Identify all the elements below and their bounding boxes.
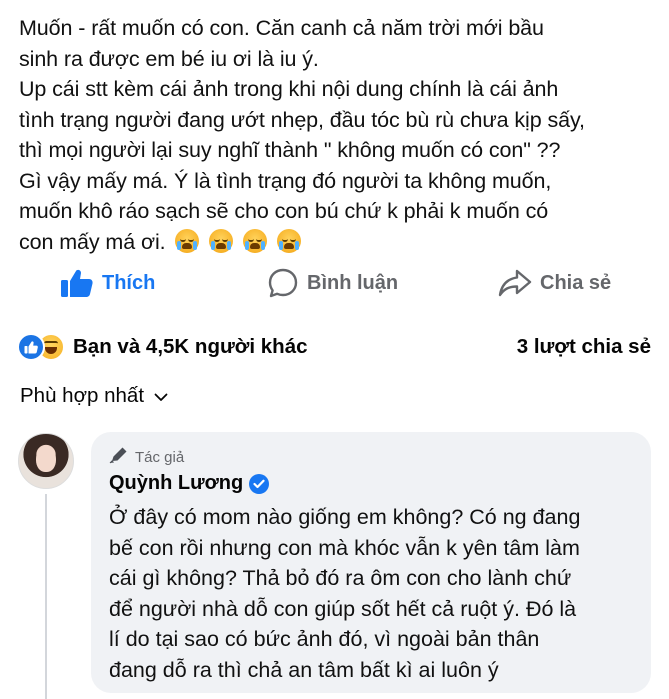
comment-line: cái gì không? Thả bỏ đó ra ôm con cho là… (109, 566, 572, 590)
sort-label: Phù hợp nhất (20, 384, 145, 407)
post-body: Muốn - rất muốn có con. Căn canh cả năm … (19, 13, 659, 257)
post-actions-bar: Thích Bình luận Chia sẻ (0, 262, 669, 304)
comment-bubble: Tác giả Quỳnh Lương Ở đây có mom nào giố… (91, 432, 651, 693)
like-button[interactable]: Thích (60, 262, 155, 304)
share-count[interactable]: 3 lượt chia sẻ (517, 335, 651, 359)
share-label: Chia sẻ (540, 271, 612, 294)
comment-line: bế con rồi nhưng con mà khóc vẫn k yên t… (109, 535, 580, 560)
reaction-summary-text: Bạn và 4,5K người khác (73, 335, 308, 358)
post-line: Gì vậy mấy má. Ý là tình trạng đó người … (19, 168, 552, 193)
verified-badge-icon (249, 473, 270, 494)
comment-sort-dropdown[interactable]: Phù hợp nhất (20, 384, 168, 408)
comment-label: Bình luận (307, 271, 399, 294)
reactions-summary: Bạn và 4,5K người khác 3 lượt chia sẻ (17, 330, 651, 364)
comment-body: Ở đây có mom nào giống em không? Có ng đ… (109, 502, 649, 685)
pencil-icon (109, 446, 129, 468)
comment-bubble-icon (267, 267, 299, 299)
post-line: Muốn - rất muốn có con. Căn canh cả năm … (19, 16, 544, 40)
thumbs-up-icon (60, 268, 94, 298)
post-line: thì mọi người lại suy nghĩ thành " không… (19, 138, 561, 162)
comment-line: để người nhà dỗ con giúp sốt hết cả ruột… (109, 596, 577, 621)
loudly-crying-face-icon (243, 228, 268, 253)
avatar[interactable] (18, 433, 74, 489)
loudly-crying-face-icon (277, 228, 302, 253)
comment-line: lí do tại sao có bức ảnh đó, vì ngoài bả… (109, 627, 540, 651)
post-line: tình trạng người đang ướt nhẹp, đầu tóc … (19, 107, 585, 132)
post-line-last: con mấy má ơi. (19, 227, 659, 258)
like-reaction-icon (17, 333, 45, 361)
comment-line: Ở đây có mom nào giống em không? Có ng đ… (109, 505, 581, 529)
comment-author[interactable]: Quỳnh Lương (109, 472, 270, 495)
reaction-count[interactable]: Bạn và 4,5K người khác (17, 333, 308, 361)
comment-line: đang dỗ ra thì chả an tâm bất kì ai luôn… (109, 657, 499, 682)
author-tag-label: Tác giả (135, 448, 185, 466)
loudly-crying-face-icon (209, 228, 234, 253)
author-name: Quỳnh Lương (109, 472, 244, 494)
loudly-crying-face-icon (175, 228, 200, 253)
post-line: Up cái stt kèm cái ảnh trong khi nội dun… (19, 77, 559, 101)
comment-button[interactable]: Bình luận (267, 262, 398, 304)
post-line: sinh ra được em bé iu ơi là iu ý. (19, 46, 319, 71)
post-line: muốn khô ráo sạch sẽ cho con bú chứ k ph… (19, 199, 549, 223)
reply-thread-line (45, 494, 47, 699)
share-arrow-icon (498, 268, 532, 298)
share-button[interactable]: Chia sẻ (498, 262, 611, 304)
post-line: con mấy má ơi. (19, 229, 166, 254)
author-tag: Tác giả (109, 446, 184, 468)
chevron-down-icon (154, 384, 168, 408)
like-label: Thích (102, 271, 156, 294)
